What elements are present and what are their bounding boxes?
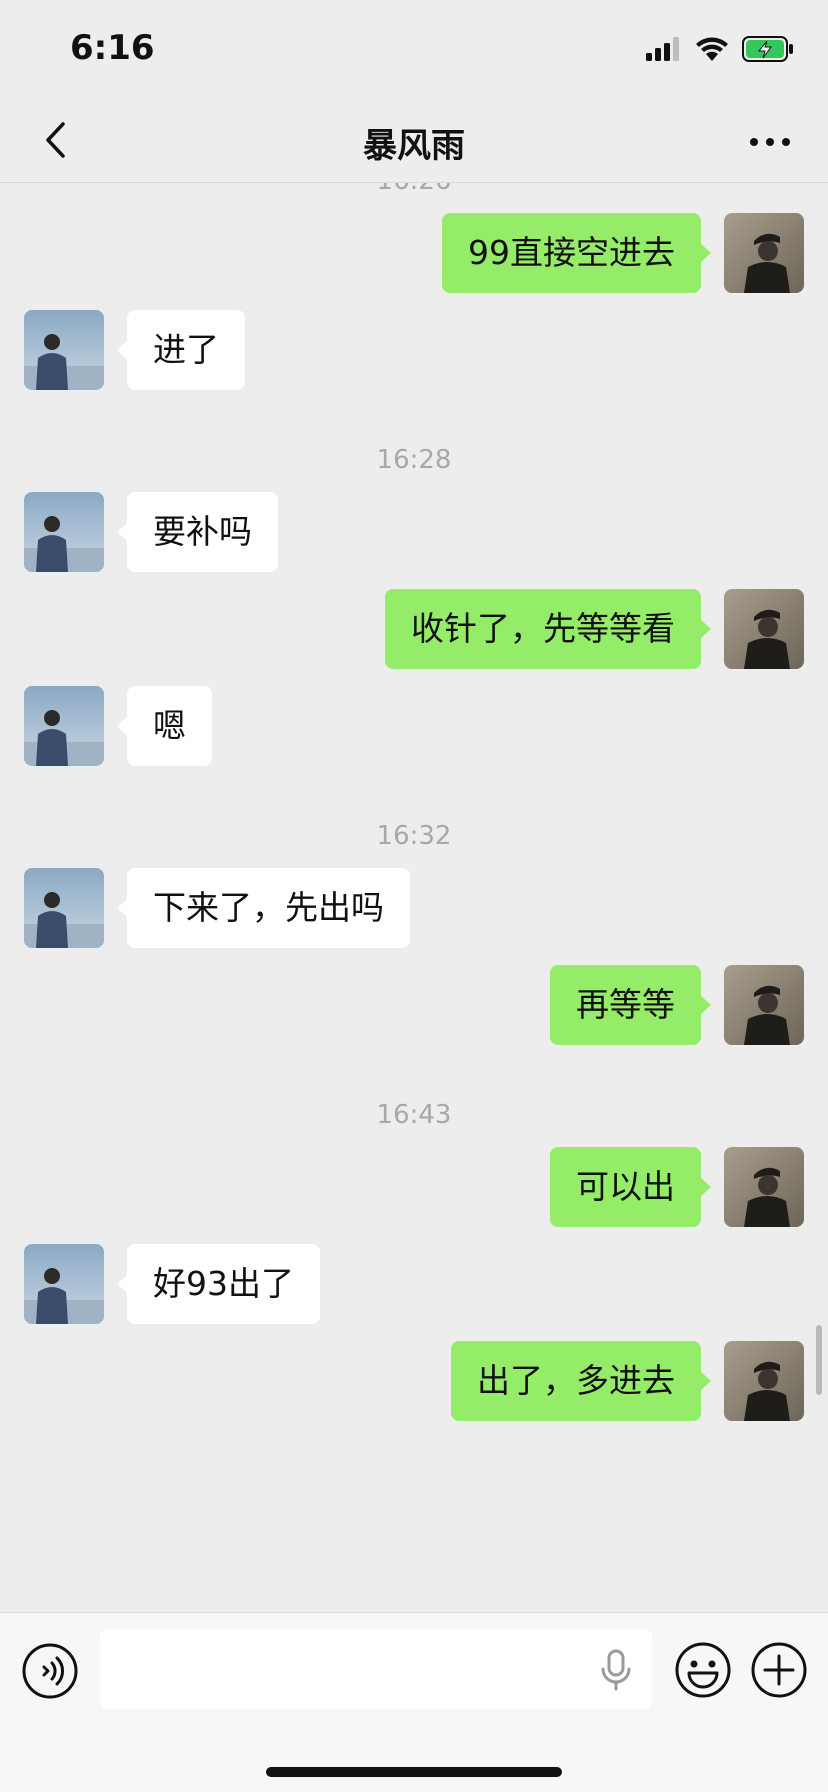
- microphone-icon[interactable]: [598, 1649, 634, 1691]
- status-bar: 6:16: [0, 0, 828, 100]
- contact-avatar[interactable]: [24, 868, 104, 948]
- message-row: 嗯: [0, 686, 828, 766]
- message-row: 可以出: [0, 1147, 828, 1227]
- my-avatar[interactable]: [724, 589, 804, 669]
- message-row: 出了，多进去: [0, 1341, 828, 1421]
- contact-avatar[interactable]: [24, 1244, 104, 1324]
- sent-message-bubble[interactable]: 99直接空进去: [442, 213, 711, 293]
- sent-message-bubble[interactable]: 再等等: [550, 965, 711, 1045]
- timestamp: 16:43: [376, 1100, 452, 1130]
- timestamp: 16:26: [0, 183, 828, 196]
- input-bar: [0, 1612, 828, 1792]
- plus-circle-icon[interactable]: [750, 1641, 808, 1699]
- received-message-bubble[interactable]: 下来了，先出吗: [117, 868, 410, 948]
- timestamp: 16:28: [376, 445, 452, 475]
- home-indicator: [266, 1767, 562, 1777]
- nav-bar: 暴风雨: [0, 100, 828, 183]
- message-row: 下来了，先出吗: [0, 868, 828, 948]
- received-message-bubble[interactable]: 要补吗: [117, 492, 278, 572]
- message-row: 好93出了: [0, 1244, 828, 1324]
- message-input[interactable]: [100, 1629, 652, 1709]
- chat-title: 暴风雨: [363, 126, 465, 166]
- message-row: 再等等: [0, 965, 828, 1045]
- message-row: 要补吗: [0, 492, 828, 572]
- sent-message-bubble[interactable]: 可以出: [550, 1147, 711, 1227]
- my-avatar[interactable]: [724, 965, 804, 1045]
- status-time: 6:16: [70, 28, 155, 68]
- chat-screen: 6:16 暴风雨 99直接空进去 进了 16:28 要补吗 收针了，先等等看 嗯…: [0, 0, 828, 1792]
- status-icons: [646, 36, 794, 62]
- message-row: 进了: [0, 310, 828, 390]
- my-avatar[interactable]: [724, 1147, 804, 1227]
- voice-input-icon[interactable]: [22, 1643, 78, 1699]
- my-avatar[interactable]: [724, 1341, 804, 1421]
- message-row: 99直接空进去: [0, 213, 828, 293]
- scrollbar[interactable]: [816, 1325, 822, 1395]
- message-list[interactable]: 16:26 99直接空进去 进了 16:28 要补吗: [0, 183, 828, 1612]
- my-avatar[interactable]: [724, 213, 804, 293]
- received-message-bubble[interactable]: 好93出了: [117, 1244, 320, 1324]
- more-dots-icon[interactable]: [748, 122, 792, 162]
- cellular-signal-icon: [646, 37, 679, 61]
- sent-message-bubble[interactable]: 收针了，先等等看: [385, 589, 711, 669]
- wifi-icon: [696, 37, 728, 61]
- timestamp: 16:32: [376, 821, 452, 851]
- battery-charging-icon: [742, 36, 793, 62]
- message-row: 收针了，先等等看: [0, 589, 828, 669]
- sent-message-bubble[interactable]: 出了，多进去: [451, 1341, 711, 1421]
- received-message-bubble[interactable]: 嗯: [117, 686, 212, 766]
- contact-avatar[interactable]: [24, 492, 104, 572]
- contact-avatar[interactable]: [24, 310, 104, 390]
- contact-avatar[interactable]: [24, 686, 104, 766]
- received-message-bubble[interactable]: 进了: [117, 310, 245, 390]
- emoji-icon[interactable]: [674, 1641, 732, 1699]
